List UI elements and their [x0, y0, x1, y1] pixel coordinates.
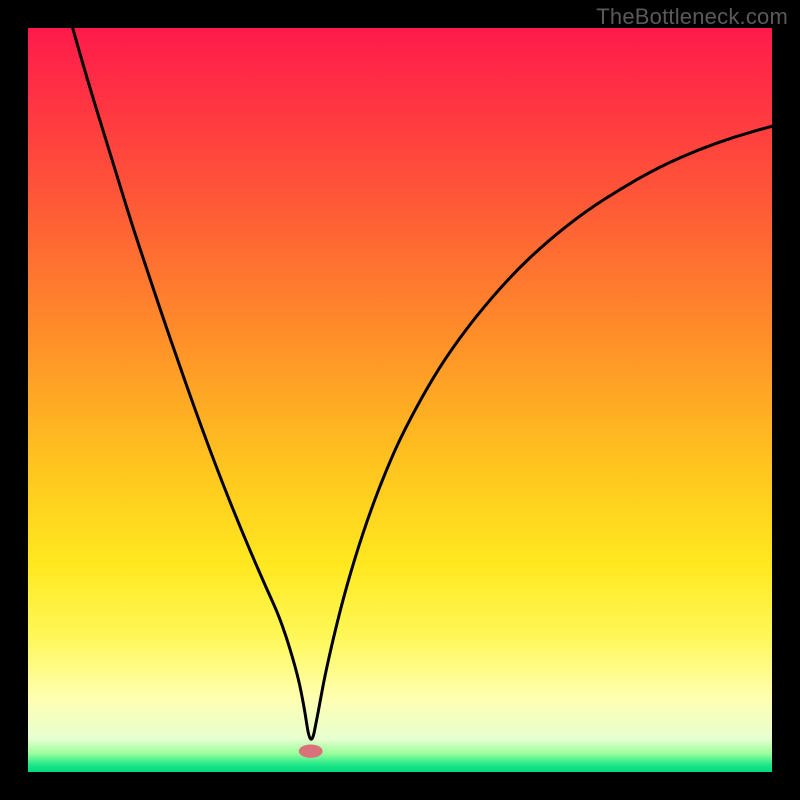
optimal-point-marker — [299, 744, 323, 757]
chart-frame — [0, 772, 800, 800]
chart-frame — [772, 0, 800, 800]
chart-stage: TheBottleneck.com — [0, 0, 800, 800]
bottleneck-chart — [0, 0, 800, 800]
watermark-text: TheBottleneck.com — [596, 4, 788, 30]
chart-background — [28, 28, 772, 772]
chart-frame — [0, 0, 28, 800]
